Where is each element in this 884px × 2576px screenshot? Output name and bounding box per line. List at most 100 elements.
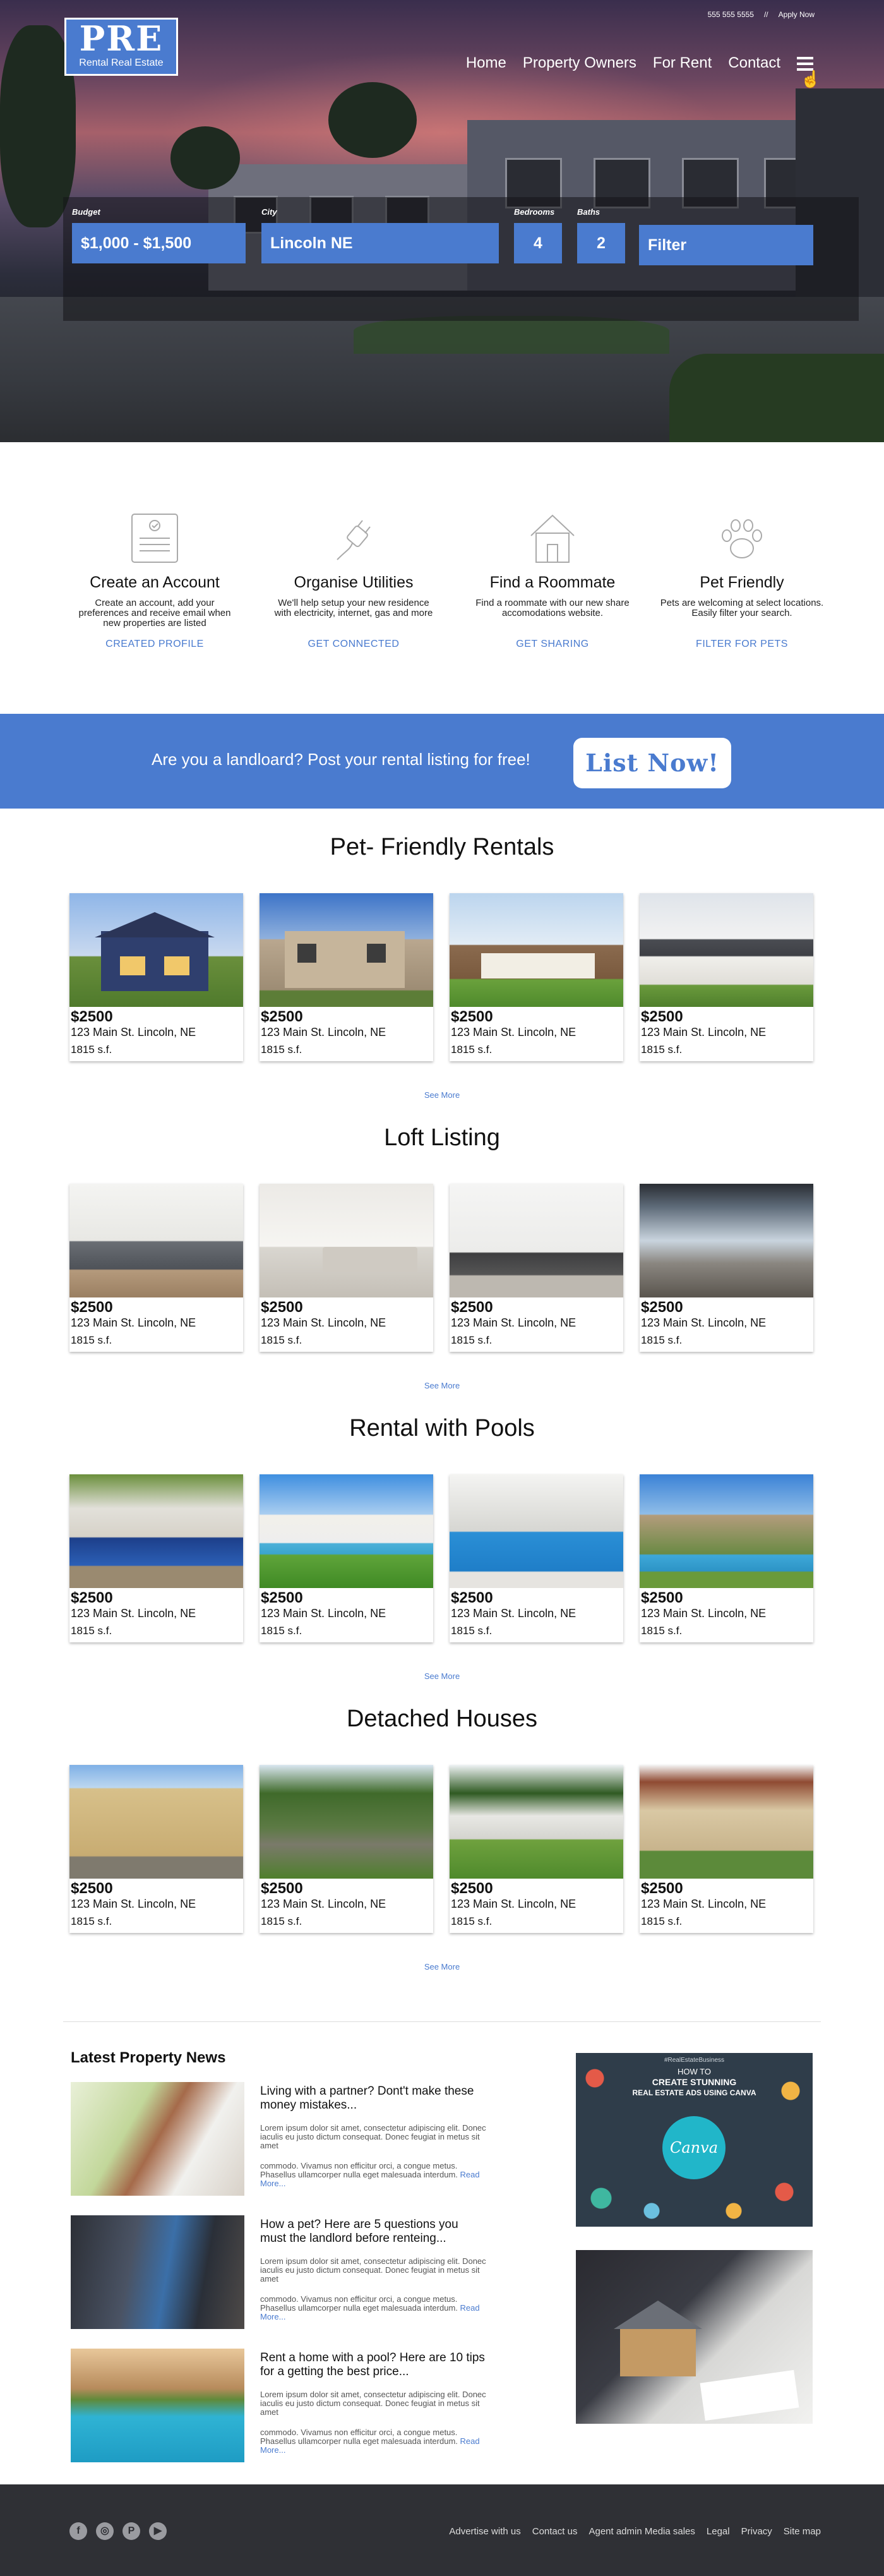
city-input[interactable]: Lincoln NE (261, 223, 499, 263)
listing-photo (450, 1765, 623, 1879)
feature-title: Find a Roommate (489, 574, 616, 591)
listing-card[interactable]: $2500 123 Main St. Lincoln, NE 1815 s.f. (260, 1765, 433, 1933)
listing-photo (450, 1474, 623, 1588)
listing-card[interactable]: $2500 123 Main St. Lincoln, NE 1815 s.f. (450, 1765, 623, 1933)
facebook-icon[interactable]: f (69, 2522, 87, 2540)
nav-property-owners[interactable]: Property Owners (523, 54, 636, 72)
listing-size: 1815 s.f. (451, 1625, 493, 1637)
hero: 555 555 5555 // Apply Now PRE Rental Rea… (0, 0, 884, 442)
footer-link-sitemap[interactable]: Site map (784, 2526, 821, 2537)
feature-organise-utilities: Organise Utilities We'll help setup your… (262, 512, 445, 650)
instagram-icon[interactable]: ◎ (96, 2522, 114, 2540)
news-excerpt: Lorem ipsum dolor sit amet, consectetur … (260, 2256, 486, 2284)
checklist-icon (129, 512, 180, 565)
see-more-link[interactable]: See More (0, 1381, 884, 1390)
nav-contact[interactable]: Contact (728, 54, 780, 72)
nav-home[interactable]: Home (466, 54, 506, 72)
news-headline[interactable]: How a pet? Here are 5 questions you must… (260, 2218, 487, 2246)
listing-size: 1815 s.f. (71, 1625, 112, 1637)
news-excerpt-text: commodo. Vivamus non efficitur orci, a c… (260, 2161, 458, 2179)
news-item[interactable]: Living with a partner? Dont't make these… (71, 2082, 500, 2196)
menu-icon[interactable] (797, 57, 813, 71)
see-more-link[interactable]: See More (0, 1090, 884, 1100)
listing-photo (69, 893, 243, 1007)
ad-line2: CREATE STUNNING (652, 2077, 737, 2087)
listing-price: $2500 (641, 1299, 683, 1316)
listing-card[interactable]: $2500 123 Main St. Lincoln, NE 1815 s.f. (260, 893, 433, 1061)
footer-link-agent-admin[interactable]: Agent admin Media sales (588, 2526, 695, 2537)
apply-now-link[interactable]: Apply Now (779, 10, 815, 19)
listing-price: $2500 (71, 1299, 113, 1316)
news-headline[interactable]: Rent a home with a pool? Here are 10 tip… (260, 2351, 487, 2379)
listing-card[interactable]: $2500 123 Main St. Lincoln, NE 1815 s.f. (640, 1474, 813, 1642)
feature-title: Create an Account (90, 574, 220, 591)
listing-address: 123 Main St. Lincoln, NE (71, 1026, 196, 1038)
see-more-link[interactable]: See More (0, 1962, 884, 1971)
listing-photo (69, 1765, 243, 1879)
hedge (669, 354, 884, 442)
listing-card[interactable]: $2500 123 Main St. Lincoln, NE 1815 s.f. (450, 1474, 623, 1642)
budget-select[interactable]: $1,000 - $1,500 (72, 223, 246, 263)
feature-link[interactable]: GET CONNECTED (308, 639, 400, 649)
search-panel: Budget $1,000 - $1,500 City Lincoln NE B… (63, 197, 859, 321)
logo[interactable]: PRE Rental Real Estate (64, 18, 178, 76)
see-more-link[interactable]: See More (0, 1671, 884, 1681)
ad-hashtag: #RealEstateBusiness (664, 2057, 725, 2064)
canva-ad[interactable]: #RealEstateBusiness HOW TO CREATE STUNNI… (576, 2053, 813, 2227)
listing-photo (69, 1474, 243, 1588)
feature-link[interactable]: FILTER FOR PETS (696, 639, 788, 649)
listing-card[interactable]: $2500 123 Main St. Lincoln, NE 1815 s.f. (69, 1765, 243, 1933)
section-title: Loft Listing (384, 1124, 500, 1151)
feature-create-account: Create an Account Create an account, add… (63, 512, 246, 650)
news-item[interactable]: Rent a home with a pool? Here are 10 tip… (71, 2349, 500, 2462)
budget-field[interactable]: Budget $1,000 - $1,500 (72, 207, 246, 263)
card-row: $2500 123 Main St. Lincoln, NE 1815 s.f.… (69, 893, 813, 1061)
news-headline[interactable]: Living with a partner? Dont't make these… (260, 2085, 487, 2112)
footer-link-privacy[interactable]: Privacy (741, 2526, 772, 2537)
listing-card[interactable]: $2500 123 Main St. Lincoln, NE 1815 s.f. (69, 893, 243, 1061)
feature-link[interactable]: CREATED PROFILE (105, 639, 204, 649)
youtube-icon[interactable]: ▶ (149, 2522, 167, 2540)
listing-price: $2500 (451, 1299, 493, 1316)
listing-card[interactable]: $2500 123 Main St. Lincoln, NE 1815 s.f. (260, 1474, 433, 1642)
listing-price: $2500 (261, 1299, 303, 1316)
feature-link[interactable]: GET SHARING (516, 639, 588, 649)
listing-size: 1815 s.f. (641, 1625, 683, 1637)
baths-field[interactable]: Baths 2 (577, 207, 625, 263)
listing-card[interactable]: $2500 123 Main St. Lincoln, NE 1815 s.f. (260, 1184, 433, 1352)
canva-logo: Canva (662, 2116, 726, 2179)
budget-label: Budget (72, 207, 100, 217)
footer-link-legal[interactable]: Legal (707, 2526, 730, 2537)
bedrooms-select[interactable]: 4 (514, 223, 562, 263)
bedrooms-field[interactable]: Bedrooms 4 (514, 207, 562, 263)
feature-text: Create an account, add your preferences … (78, 598, 231, 629)
listing-card[interactable]: $2500 123 Main St. Lincoln, NE 1815 s.f. (640, 893, 813, 1061)
listing-card[interactable]: $2500 123 Main St. Lincoln, NE 1815 s.f. (450, 893, 623, 1061)
listing-price: $2500 (71, 1589, 113, 1606)
listing-address: 123 Main St. Lincoln, NE (261, 1607, 386, 1620)
ad-line1: HOW TO (678, 2067, 711, 2076)
listing-card[interactable]: $2500 123 Main St. Lincoln, NE 1815 s.f. (640, 1184, 813, 1352)
listing-card[interactable]: $2500 123 Main St. Lincoln, NE 1815 s.f. (69, 1184, 243, 1352)
baths-select[interactable]: 2 (577, 223, 625, 263)
news-thumbnail (71, 2349, 244, 2462)
listing-address: 123 Main St. Lincoln, NE (261, 1316, 386, 1329)
footer-link-advertise[interactable]: Advertise with us (449, 2526, 520, 2537)
listing-card[interactable]: $2500 123 Main St. Lincoln, NE 1815 s.f. (450, 1184, 623, 1352)
filter-field[interactable]: Filter (639, 225, 813, 265)
filter-button[interactable]: Filter (639, 225, 813, 265)
pinterest-icon[interactable]: P (122, 2522, 140, 2540)
house-deal-ad[interactable] (576, 2250, 813, 2424)
nav-for-rent[interactable]: For Rent (653, 54, 712, 72)
listing-photo (69, 1184, 243, 1297)
news-excerpt-text: commodo. Vivamus non efficitur orci, a c… (260, 2428, 458, 2446)
listing-card[interactable]: $2500 123 Main St. Lincoln, NE 1815 s.f. (69, 1474, 243, 1642)
footer-link-contact[interactable]: Contact us (532, 2526, 578, 2537)
listing-address: 123 Main St. Lincoln, NE (451, 1607, 576, 1620)
news-excerpt: Lorem ipsum dolor sit amet, consectetur … (260, 2390, 486, 2417)
news-thumbnail (71, 2082, 244, 2196)
news-item[interactable]: How a pet? Here are 5 questions you must… (71, 2215, 500, 2329)
list-now-button[interactable]: List Now! (573, 738, 731, 788)
city-field[interactable]: City Lincoln NE (261, 207, 499, 263)
listing-card[interactable]: $2500 123 Main St. Lincoln, NE 1815 s.f. (640, 1765, 813, 1933)
